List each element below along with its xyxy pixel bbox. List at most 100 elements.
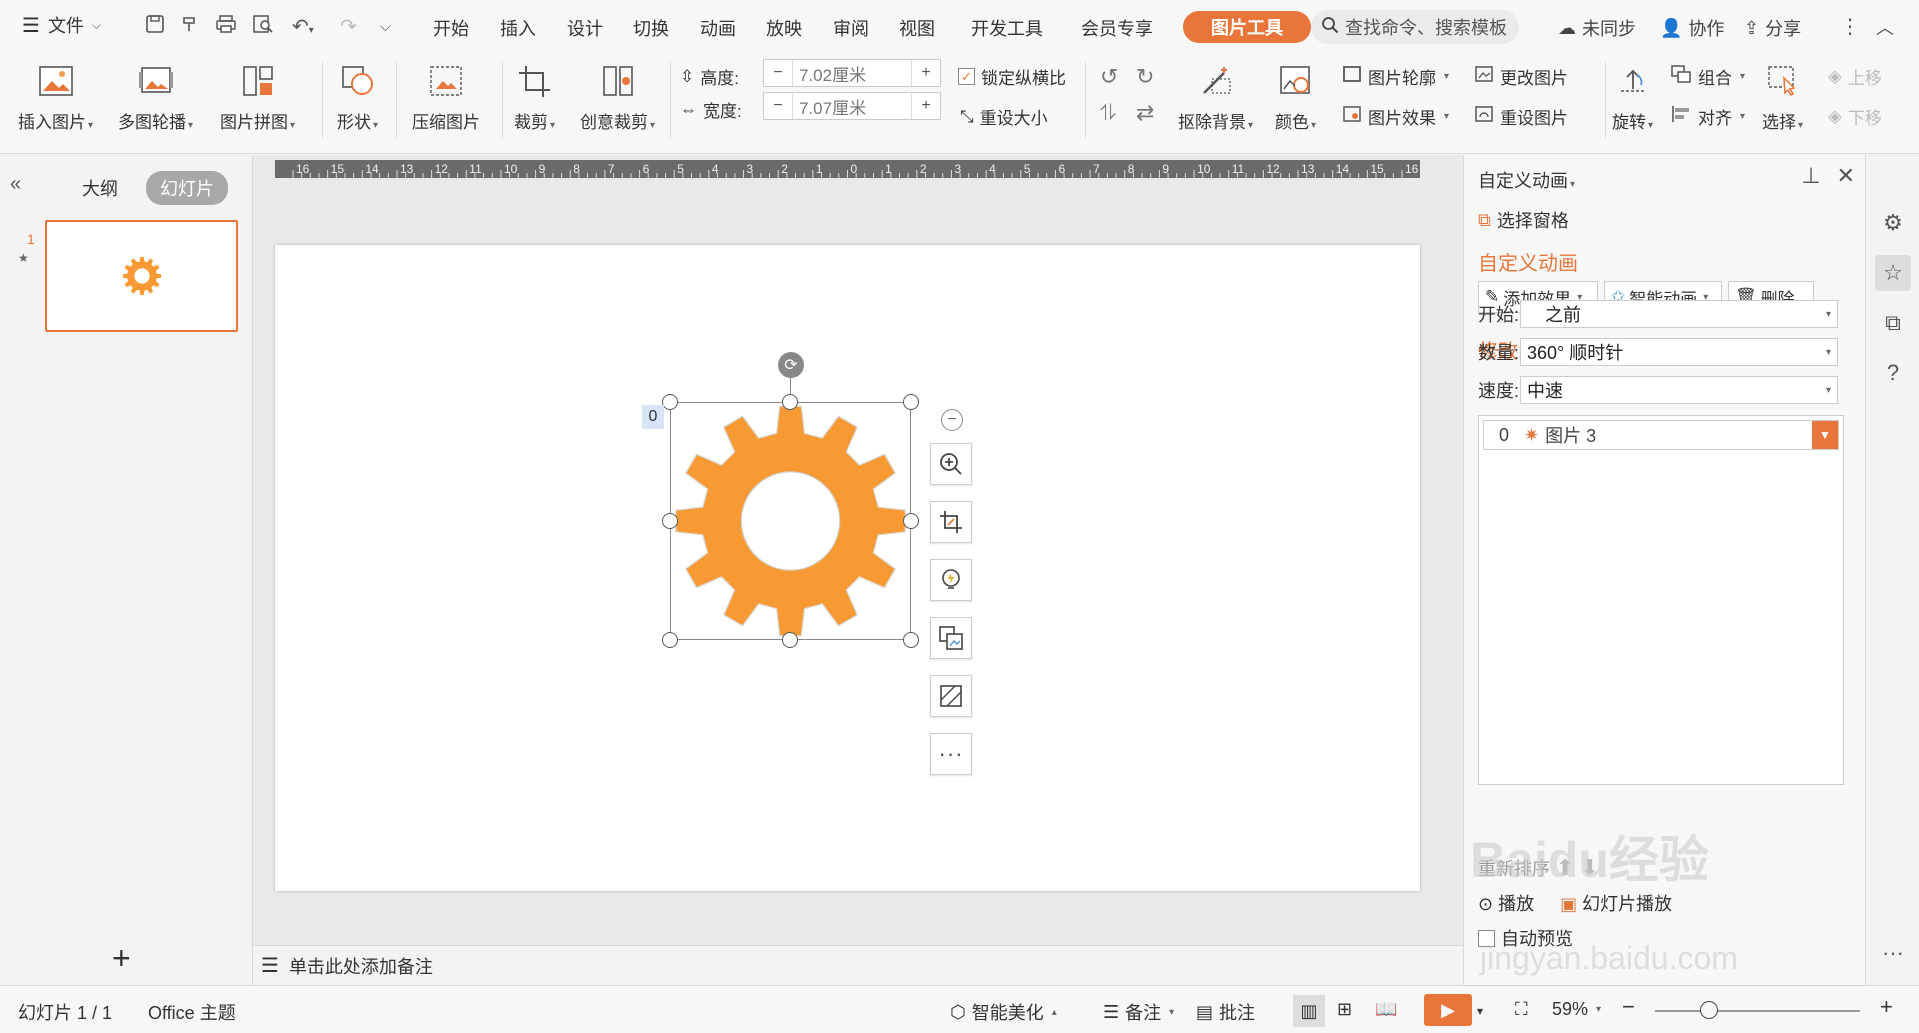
group-button[interactable]: 组合 ▾ [1670, 64, 1745, 89]
slide-sorter-icon[interactable]: ⊞ [1337, 999, 1352, 1020]
pin-icon[interactable]: ⊥ [1801, 163, 1820, 189]
crop-button[interactable]: 裁剪 ▾ [514, 62, 555, 133]
tab-developer[interactable]: 开发工具 [971, 15, 1043, 41]
play-button[interactable]: ⊙ 播放 [1478, 890, 1534, 916]
picture-outline-button[interactable]: 图片轮廓 ▾ [1342, 64, 1449, 89]
flip-vertical-icon[interactable]: ⥮ [1100, 100, 1116, 126]
speed-dropdown[interactable]: 中速 ▾ [1520, 376, 1838, 404]
lock-ratio-checkbox[interactable]: ✓ 锁定纵横比 [958, 64, 1066, 89]
slideshow-button[interactable]: ▣ 幻灯片播放 [1560, 890, 1672, 916]
zoom-slider-track[interactable] [1655, 1010, 1860, 1012]
multi-carousel-button[interactable]: 多图轮播 ▾ [118, 62, 193, 133]
collab-button[interactable]: 👤 协作 [1660, 15, 1724, 41]
file-menu[interactable]: ☰ 文件 ⌵ [22, 12, 101, 38]
tab-home[interactable]: 开始 [433, 15, 469, 41]
move-up-button[interactable]: ◈ 上移 [1828, 64, 1882, 89]
play-slideshow-icon[interactable]: ▶ [1424, 994, 1472, 1026]
print-preview-icon[interactable] [252, 14, 274, 40]
comments-toggle[interactable]: ▤ 批注 [1196, 999, 1255, 1025]
reset-picture-button[interactable]: 重设图片 [1474, 104, 1568, 129]
tab-view[interactable]: 视图 [899, 15, 935, 41]
rotate-left-icon[interactable]: ↺ [1100, 64, 1118, 90]
start-dropdown[interactable]: 之前 ▾ [1520, 300, 1838, 328]
theme-name[interactable]: Office 主题 [148, 999, 236, 1025]
zoom-in-icon[interactable]: + [1880, 994, 1893, 1020]
picture-effects-button[interactable]: 图片效果 ▾ [1342, 104, 1449, 129]
tab-transition[interactable]: 切换 [633, 15, 669, 41]
resize-handle-nw[interactable] [662, 394, 678, 410]
pane-title[interactable]: 自定义动画 ▾ [1478, 167, 1575, 193]
amount-dropdown[interactable]: 360° 顺时针 ▾ [1520, 338, 1838, 366]
play-options-icon[interactable]: ▾ [1477, 1004, 1483, 1018]
tab-slides[interactable]: 幻灯片 [146, 171, 228, 205]
height-decrease-button[interactable]: − [764, 60, 792, 86]
help-icon[interactable]: ? [1875, 355, 1911, 391]
transition-icon[interactable]: ⧉ [1875, 305, 1911, 341]
width-value[interactable]: 7.07厘米 [792, 93, 912, 119]
animation-order-tag[interactable]: 0 [642, 405, 664, 429]
zoom-level[interactable]: 59% ▾ [1552, 999, 1601, 1020]
crop-tool-icon[interactable] [930, 501, 972, 543]
reset-size-button[interactable]: ⤡ 重设大小 [960, 104, 1048, 129]
reading-view-icon[interactable]: 📖 [1375, 999, 1397, 1020]
share-button[interactable]: ⇪ 分享 [1744, 15, 1801, 41]
picture-collage-button[interactable]: 图片拼图 ▾ [220, 62, 295, 133]
selection-pane-link[interactable]: ⧉ 选择窗格 [1478, 207, 1569, 233]
compress-picture-button[interactable]: 压缩图片 [412, 62, 480, 133]
animation-star-pane-icon[interactable]: ☆ [1875, 255, 1911, 291]
more-vertical-icon[interactable]: ⋮ [1840, 14, 1860, 39]
resize-handle-sw[interactable] [662, 632, 678, 648]
flip-horizontal-icon[interactable]: ⇄ [1136, 100, 1154, 126]
resize-handle-se[interactable] [903, 632, 919, 648]
redo-icon[interactable]: ↷ [340, 14, 357, 39]
creative-crop-button[interactable]: 创意裁剪 ▾ [580, 62, 655, 133]
animation-list-item[interactable]: 0 ✷ 图片 3 ▼ [1483, 420, 1839, 450]
add-slide-icon[interactable]: + [112, 940, 131, 977]
notes-toggle[interactable]: ☰ 备注 ▾ [1103, 999, 1174, 1025]
rotate-right-icon[interactable]: ↻ [1136, 64, 1154, 90]
sync-button[interactable]: ☁ 未同步 [1558, 15, 1636, 41]
resize-handle-w[interactable] [662, 513, 678, 529]
more-horizontal-icon[interactable]: ··· [1875, 935, 1911, 971]
color-button[interactable]: 颜色 ▾ [1275, 62, 1316, 133]
remove-background-button[interactable]: 抠除背景 ▾ [1178, 62, 1253, 133]
resize-handle-s[interactable] [782, 632, 798, 648]
collapse-panel-icon[interactable]: « [10, 173, 21, 196]
rotate-button[interactable]: 旋转 ▾ [1612, 62, 1653, 133]
height-value[interactable]: 7.02厘米 [792, 60, 912, 86]
tab-insert[interactable]: 插入 [500, 15, 536, 41]
tab-outline[interactable]: 大纲 [68, 171, 132, 205]
zoom-slider-knob[interactable] [1700, 1001, 1718, 1019]
height-field[interactable]: − 7.02厘米 + [763, 59, 941, 87]
tab-review[interactable]: 审阅 [833, 15, 869, 41]
more-horizontal-icon[interactable]: ··· [930, 733, 972, 775]
height-increase-button[interactable]: + [912, 60, 940, 86]
search-input[interactable]: 查找命令、搜索模板 [1311, 10, 1519, 44]
chevron-down-icon[interactable]: ▼ [1812, 421, 1838, 449]
shape-button[interactable]: 形状 ▾ [337, 62, 378, 133]
resize-handle-ne[interactable] [903, 394, 919, 410]
move-down-button[interactable]: ◈ 下移 [1828, 104, 1882, 129]
insert-picture-button[interactable]: 插入图片 ▾ [18, 62, 93, 133]
width-field[interactable]: − 7.07厘米 + [763, 92, 941, 120]
tab-picture-tools[interactable]: 图片工具 [1183, 11, 1311, 43]
print-icon[interactable] [215, 14, 237, 40]
sliders-icon[interactable]: ⚙ [1875, 205, 1911, 241]
save-icon[interactable] [145, 14, 165, 40]
smart-idea-icon[interactable] [930, 559, 972, 601]
zoom-in-icon[interactable] [930, 443, 972, 485]
normal-view-icon[interactable]: ▥ [1293, 995, 1325, 1027]
resize-handle-n[interactable] [782, 394, 798, 410]
tab-animation[interactable]: 动画 [700, 15, 736, 41]
align-button[interactable]: 对齐 ▾ [1670, 104, 1745, 129]
tab-member[interactable]: 会员专享 [1081, 15, 1153, 41]
change-picture-button[interactable]: 更改图片 [1474, 64, 1568, 89]
tab-design[interactable]: 设计 [567, 15, 603, 41]
resize-handle-e[interactable] [903, 513, 919, 529]
width-decrease-button[interactable]: − [764, 93, 792, 119]
close-icon[interactable]: ✕ [1837, 163, 1855, 189]
replace-picture-icon[interactable] [930, 617, 972, 659]
collapse-toolbar-icon[interactable]: − [941, 409, 963, 431]
undo-icon[interactable]: ↶▾ [292, 14, 314, 39]
collapse-ribbon-icon[interactable]: ︿ [1876, 14, 1894, 40]
